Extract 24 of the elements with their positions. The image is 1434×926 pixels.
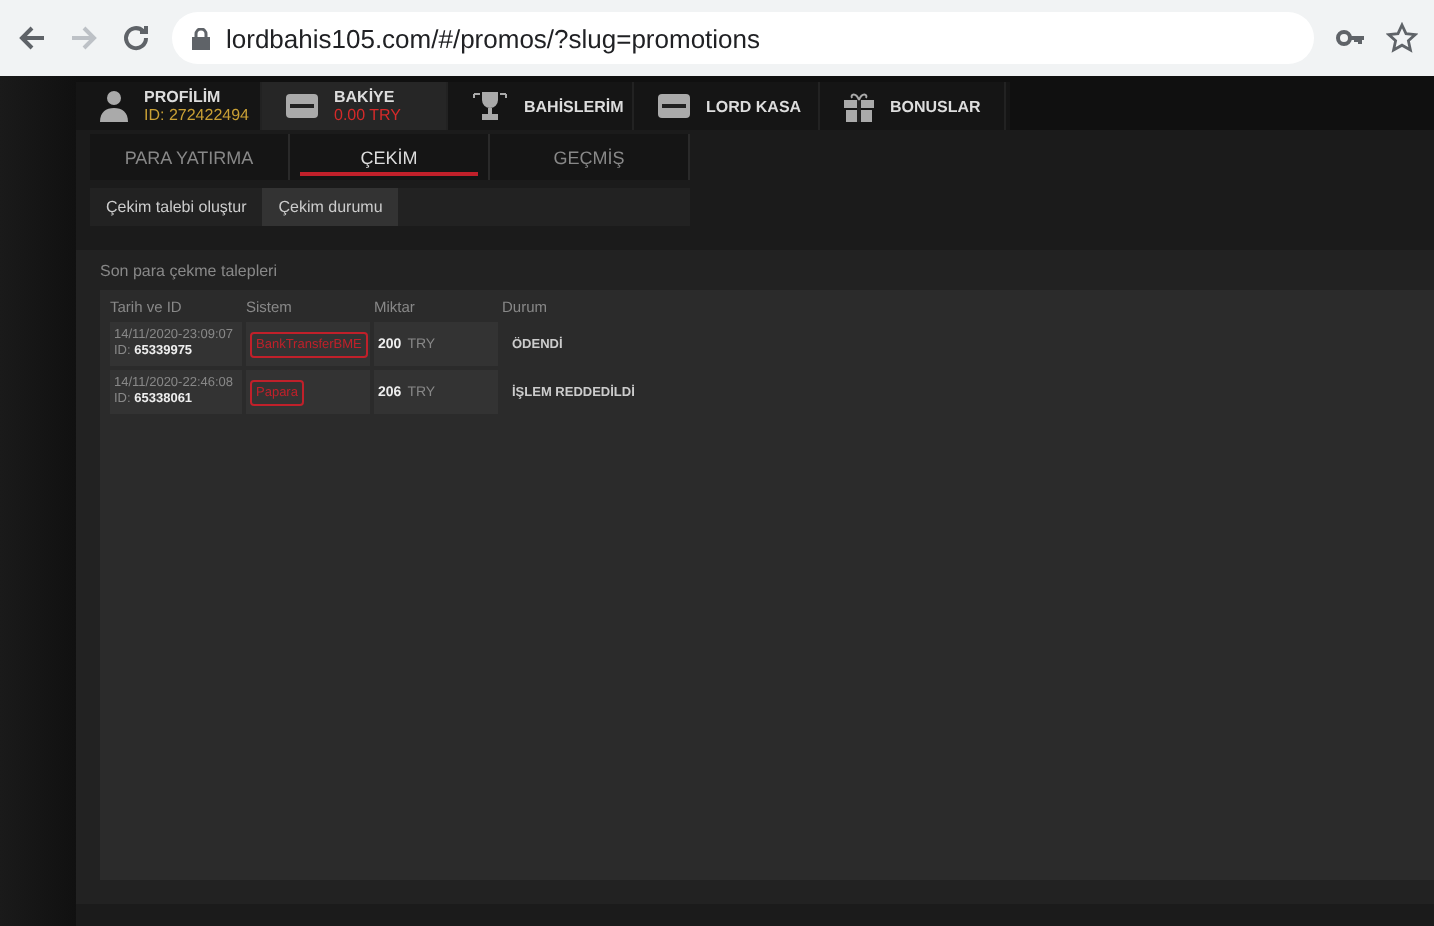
subtab-button[interactable]: Çekim durumu: [262, 188, 399, 226]
tab[interactable]: ÇEKİM: [290, 134, 490, 180]
section-title: Son para çekme talepleri: [100, 259, 279, 284]
nav-label: BAKİYE: [334, 88, 397, 106]
nav-label: PROFİLİM: [144, 88, 223, 106]
nav-subtext: 0.00 TRY: [334, 106, 402, 124]
reload-icon[interactable]: [120, 22, 152, 54]
star-icon[interactable]: [1386, 22, 1418, 54]
nav-label: BAHİSLERİM: [524, 97, 624, 115]
nav-subtext: ID: 272422494: [144, 106, 249, 124]
nav-label: LORD KASA: [706, 97, 802, 115]
back-icon[interactable]: [16, 22, 48, 54]
person-icon: [100, 90, 128, 122]
nav-item[interactable]: BAKİYE 0.00 TRY: [262, 82, 448, 130]
gift-icon: [844, 91, 874, 121]
lock-icon: [192, 27, 210, 49]
address-bar[interactable]: lordbahis105.com/#/promos/?slug=promotions: [172, 12, 1314, 64]
url-text: lordbahis105.com/#/promos/?slug=promotions: [226, 23, 761, 53]
wallet-icon: [286, 94, 318, 118]
wallet-icon: [658, 94, 690, 118]
nav-label: BONUSLAR: [890, 97, 981, 115]
tab[interactable]: PARA YATIRMA: [90, 134, 290, 180]
tab[interactable]: GEÇMİŞ: [490, 134, 690, 180]
trophy-icon: [472, 92, 508, 120]
